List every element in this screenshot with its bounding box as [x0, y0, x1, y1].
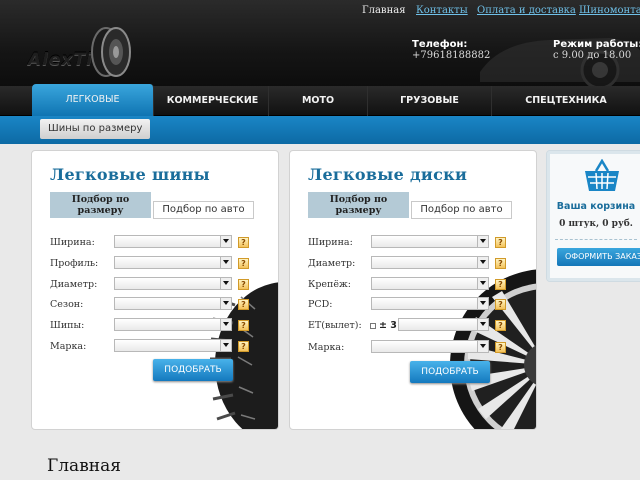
tires-tab-by-size[interactable]: Подбор по размеру: [50, 192, 151, 218]
tires-label-diameter: Диаметр:: [50, 279, 98, 290]
help-icon[interactable]: ?: [238, 341, 249, 352]
help-icon[interactable]: ?: [495, 237, 506, 248]
chevron-down-icon: [477, 257, 488, 268]
category-tab-trucks[interactable]: ГРУЗОВЫЕ: [368, 86, 492, 116]
tires-width-select[interactable]: [114, 235, 232, 248]
discs-label-width: Ширина:: [308, 237, 353, 248]
chevron-down-icon: [220, 319, 231, 330]
chevron-down-icon: [477, 236, 488, 247]
help-icon[interactable]: ?: [495, 320, 506, 331]
discs-label-diameter: Диаметр:: [308, 258, 356, 269]
help-icon[interactable]: ?: [238, 258, 249, 269]
tires-label-season: Сезон:: [50, 299, 84, 310]
discs-label-fastener: Крепёж:: [308, 279, 351, 290]
help-icon[interactable]: ?: [495, 279, 506, 290]
category-tab-commercial[interactable]: КОММЕРЧЕСКИЕ: [157, 86, 269, 116]
chevron-down-icon: [220, 298, 231, 309]
help-icon[interactable]: ?: [238, 237, 249, 248]
chevron-down-icon: [477, 278, 488, 289]
help-icon[interactable]: ?: [495, 258, 506, 269]
cart-widget: Ваша корзина 0 штук, 0 руб. ОФОРМИТЬ ЗАК…: [546, 150, 640, 282]
hours-value: с 9.00 до 18.00: [553, 50, 632, 61]
site-header: Главная Контакты Оплата и доставка Шином…: [0, 0, 640, 86]
help-icon[interactable]: ?: [238, 279, 249, 290]
discs-pcd-select[interactable]: [371, 297, 489, 310]
tires-diameter-select[interactable]: [114, 277, 232, 290]
discs-tab-by-size[interactable]: Подбор по размеру: [308, 192, 409, 218]
checkbox-icon[interactable]: [370, 322, 376, 329]
help-icon[interactable]: ?: [495, 342, 506, 353]
discs-label-pcd: PCD:: [308, 299, 333, 310]
top-navigation: Главная Контакты Оплата и доставка Шином…: [0, 0, 640, 24]
tires-label-studs: Шипы:: [50, 320, 85, 331]
tires-by-size-button[interactable]: Шины по размеру: [40, 119, 151, 139]
logo-tire-icon: [91, 27, 131, 77]
tires-search-button[interactable]: ПОДОБРАТЬ: [153, 359, 233, 381]
et-tolerance-label: ± 3: [379, 320, 397, 331]
chevron-down-icon: [477, 341, 488, 352]
nav-link-tire-fitting[interactable]: Шиномонтаж: [579, 5, 640, 16]
divider: [555, 239, 637, 240]
et-tolerance-toggle[interactable]: ± 3: [370, 320, 397, 331]
discs-tab-by-car[interactable]: Подбор по авто: [411, 201, 512, 219]
tires-brand-select[interactable]: [114, 339, 232, 352]
discs-diameter-select[interactable]: [371, 256, 489, 269]
shopping-basket-icon: [585, 159, 619, 191]
help-icon[interactable]: ?: [238, 320, 249, 331]
discs-et-select[interactable]: [398, 318, 489, 331]
category-tab-special[interactable]: СПЕЦТЕХНИКА: [492, 86, 640, 116]
hours-label: Режим работы:: [553, 39, 640, 50]
nav-link-payment-delivery[interactable]: Оплата и доставка: [477, 5, 576, 16]
discs-label-brand: Марка:: [308, 342, 345, 353]
help-icon[interactable]: ?: [495, 299, 506, 310]
phone-value: +79618188882: [412, 50, 491, 61]
phone-label: Телефон:: [412, 39, 468, 50]
discs-width-select[interactable]: [371, 235, 489, 248]
chevron-down-icon: [220, 278, 231, 289]
sub-navigation: Шины по размеру: [0, 116, 640, 144]
chevron-down-icon: [220, 236, 231, 247]
checkout-button[interactable]: ОФОРМИТЬ ЗАКАЗ: [557, 248, 640, 266]
tires-profile-select[interactable]: [114, 256, 232, 269]
tires-label-profile: Профиль:: [50, 258, 99, 269]
nav-link-home[interactable]: Главная: [362, 5, 406, 16]
tires-season-select[interactable]: [114, 297, 232, 310]
discs-label-et: ET(вылет):: [308, 320, 362, 331]
tires-panel: Легковые шины Подбор по размеру Подбор п…: [31, 150, 279, 430]
discs-brand-select[interactable]: [371, 340, 489, 353]
category-navigation: ЛЕГКОВЫЕ КОММЕРЧЕСКИЕ МОТО ГРУЗОВЫЕ СПЕЦ…: [0, 84, 640, 116]
category-tab-moto[interactable]: МОТО: [269, 86, 368, 116]
category-tab-cars[interactable]: ЛЕГКОВЫЕ: [32, 84, 154, 116]
nav-link-contacts[interactable]: Контакты: [416, 5, 468, 16]
discs-panel: Легковые диски Подбор по размеру Подбор …: [289, 150, 537, 430]
cart-summary: 0 штук, 0 руб.: [559, 219, 633, 229]
tires-studs-select[interactable]: [114, 318, 232, 331]
chevron-down-icon: [220, 340, 231, 351]
tires-label-brand: Марка:: [50, 341, 87, 352]
chevron-down-icon: [477, 298, 488, 309]
discs-fastener-select[interactable]: [371, 277, 489, 290]
cart-title: Ваша корзина: [556, 201, 636, 212]
tires-label-width: Ширина:: [50, 237, 95, 248]
chevron-down-icon: [477, 319, 488, 330]
help-icon[interactable]: ?: [238, 299, 249, 310]
tires-tab-by-car[interactable]: Подбор по авто: [153, 201, 254, 219]
discs-title: Легковые диски: [308, 165, 468, 184]
page-title: Главная: [47, 456, 121, 476]
discs-search-button[interactable]: ПОДОБРАТЬ: [410, 361, 490, 383]
tires-title: Легковые шины: [50, 165, 210, 184]
chevron-down-icon: [220, 257, 231, 268]
